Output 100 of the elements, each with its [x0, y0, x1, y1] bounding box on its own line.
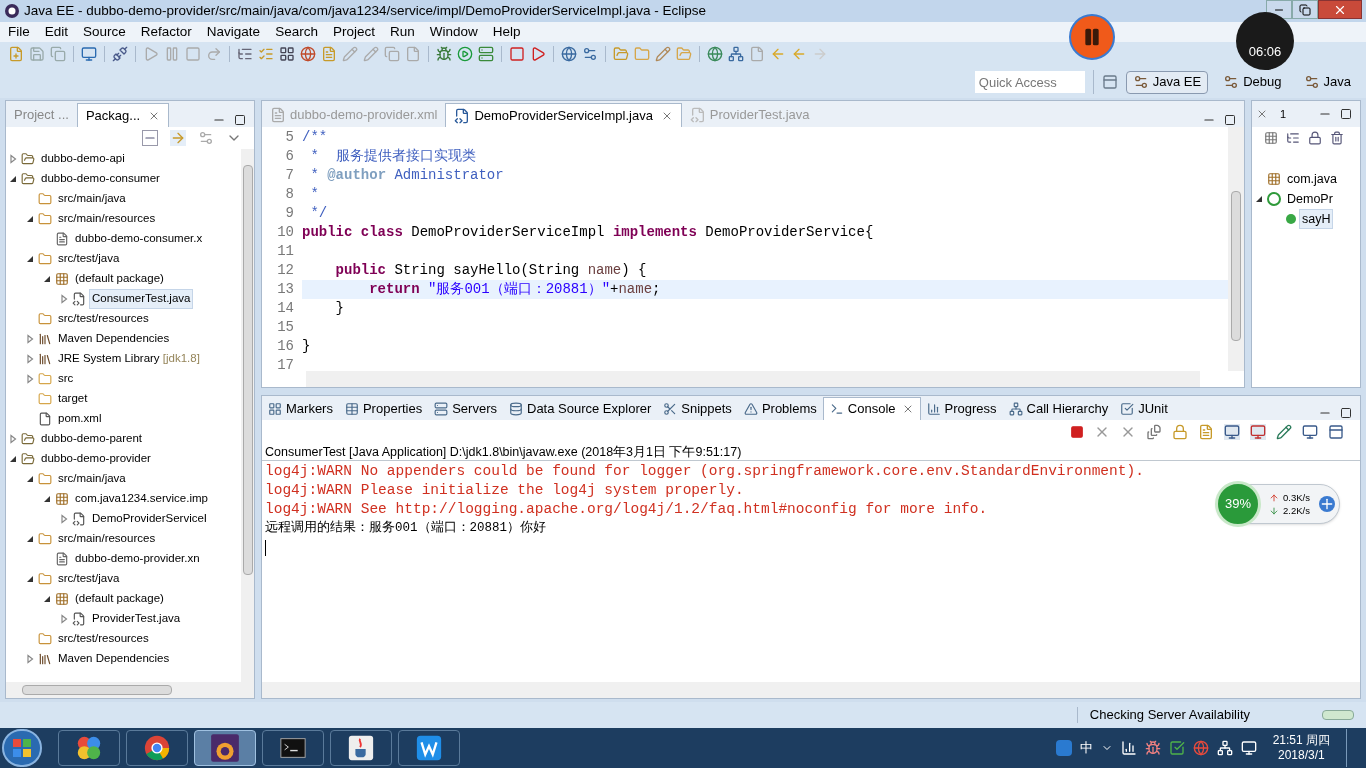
- vertical-scrollbar[interactable]: [241, 149, 254, 682]
- menu-item[interactable]: Project: [332, 21, 375, 43]
- taskbar-button[interactable]: [194, 730, 256, 766]
- taskbar-button[interactable]: [398, 730, 460, 766]
- tree-item[interactable]: src/main/java: [55, 189, 129, 209]
- tree-item[interactable]: com.java: [1284, 168, 1341, 190]
- tree-item[interactable]: src/test/java: [55, 249, 123, 269]
- tree-item[interactable]: src/main/java: [55, 469, 129, 489]
- open-console-icon[interactable]: [1328, 424, 1344, 440]
- hide-fields-icon[interactable]: [1286, 131, 1300, 145]
- globe-icon[interactable]: [300, 46, 316, 62]
- tree-item[interactable]: JRE System Library [jdk1.8]: [55, 349, 203, 369]
- expanded-arrow-icon[interactable]: [1254, 194, 1264, 204]
- perspective-button[interactable]: Debug: [1216, 70, 1289, 94]
- terminate-icon[interactable]: [1070, 425, 1084, 439]
- tree-item[interactable]: Maven Dependencies: [55, 329, 173, 349]
- task-icon[interactable]: [258, 46, 274, 62]
- view-tab[interactable]: Servers: [428, 397, 503, 420]
- deploy-icon[interactable]: [530, 46, 546, 62]
- view-tab[interactable]: Problems: [737, 397, 823, 420]
- taskbar-button[interactable]: [58, 730, 120, 766]
- filter-icon[interactable]: [198, 130, 214, 146]
- perspective-button[interactable]: Java: [1296, 70, 1358, 94]
- tree-item[interactable]: (default package): [72, 269, 167, 289]
- quick-access-field[interactable]: Quick Access: [974, 71, 1085, 93]
- new-file-icon[interactable]: [8, 46, 24, 62]
- shield-icon[interactable]: [1168, 740, 1185, 756]
- tree-item[interactable]: dubbo-demo-consumer: [38, 169, 163, 189]
- stop-server-icon[interactable]: [509, 46, 525, 62]
- show-on-error-icon[interactable]: [1250, 424, 1266, 440]
- restore-button[interactable]: [1292, 0, 1318, 19]
- collapsed-arrow-icon[interactable]: [25, 654, 35, 664]
- scroll-lock-icon[interactable]: [1172, 424, 1188, 440]
- web-icon[interactable]: [561, 46, 577, 62]
- expanded-arrow-icon[interactable]: [25, 214, 35, 224]
- vertical-scrollbar[interactable]: [1228, 127, 1244, 371]
- open-perspective-icon[interactable]: [1101, 74, 1118, 90]
- view-tab[interactable]: Properties: [338, 397, 429, 420]
- horizontal-scrollbar[interactable]: [262, 682, 1360, 698]
- menu-item[interactable]: Navigate: [206, 21, 261, 43]
- expanded-arrow-icon[interactable]: [25, 574, 35, 584]
- collapsed-arrow-icon[interactable]: [25, 354, 35, 364]
- list-icon[interactable]: [237, 46, 253, 62]
- tree-item[interactable]: ConsumerTest.java: [89, 289, 194, 309]
- tree-item[interactable]: target: [55, 389, 91, 409]
- collapsed-arrow-icon[interactable]: [59, 294, 69, 304]
- tree-item[interactable]: com.java1234.service.imp: [72, 489, 211, 509]
- tree-item[interactable]: dubbo-demo-api: [38, 149, 128, 169]
- document-icon[interactable]: [321, 46, 337, 62]
- taskbar-button[interactable]: [126, 730, 188, 766]
- tree-item[interactable]: dubbo-demo-parent: [38, 429, 145, 449]
- menu-item[interactable]: Search: [275, 21, 318, 43]
- expanded-arrow-icon[interactable]: [8, 174, 18, 184]
- collapsed-arrow-icon[interactable]: [25, 374, 35, 384]
- taskbar-button[interactable]: [262, 730, 324, 766]
- expanded-arrow-icon[interactable]: [25, 474, 35, 484]
- expanded-arrow-icon[interactable]: [42, 594, 52, 604]
- view-tab[interactable]: Console: [822, 397, 921, 420]
- editor-tab[interactable]: DemoProviderServiceImpl.java: [445, 103, 682, 127]
- network-icon[interactable]: [728, 46, 744, 62]
- grid-icon[interactable]: [279, 46, 295, 62]
- expanded-arrow-icon[interactable]: [42, 274, 52, 284]
- view-tab[interactable]: JUnit: [1114, 397, 1174, 420]
- collapsed-arrow-icon[interactable]: [59, 514, 69, 524]
- horizontal-scrollbar[interactable]: [306, 371, 1200, 387]
- start-button[interactable]: [2, 729, 42, 767]
- globe-icon[interactable]: [1192, 740, 1209, 756]
- pen-icon[interactable]: [655, 46, 671, 62]
- close-icon[interactable]: [1256, 108, 1268, 120]
- plus-icon[interactable]: [1319, 496, 1335, 512]
- menu-item[interactable]: Window: [429, 21, 478, 43]
- close-button[interactable]: [1318, 0, 1362, 19]
- plug-icon[interactable]: [112, 46, 128, 62]
- link-editor-icon[interactable]: [170, 130, 186, 146]
- view-tab[interactable]: Progress: [920, 397, 1003, 420]
- view-tab[interactable]: Call Hierarchy: [1002, 397, 1115, 420]
- tree-item[interactable]: src: [55, 369, 77, 389]
- tree-item[interactable]: Maven Dependencies: [55, 649, 173, 669]
- monitor-icon[interactable]: [81, 46, 97, 62]
- maximize-icon[interactable]: [234, 114, 246, 126]
- signal-icon[interactable]: [1120, 740, 1137, 756]
- collapsed-arrow-icon[interactable]: [25, 334, 35, 344]
- menu-item[interactable]: File: [8, 21, 30, 43]
- expanded-arrow-icon[interactable]: [25, 534, 35, 544]
- menu-item[interactable]: Edit: [44, 21, 69, 43]
- tree-item[interactable]: dubbo-demo-consumer.x: [72, 229, 206, 249]
- tree-item[interactable]: src/main/resources: [55, 209, 159, 229]
- tree-item[interactable]: src/test/java: [55, 569, 123, 589]
- tree-item[interactable]: src/main/resources: [55, 529, 159, 549]
- expanded-arrow-icon[interactable]: [8, 454, 18, 464]
- view-tab[interactable]: Packag...: [76, 103, 170, 127]
- tree-item[interactable]: pom.xml: [55, 409, 105, 429]
- view-tab[interactable]: Markers: [262, 397, 339, 420]
- tree-item[interactable]: sayH: [1299, 208, 1334, 230]
- word-wrap-icon[interactable]: [1198, 424, 1214, 440]
- maximize-icon[interactable]: [1224, 114, 1236, 126]
- run-icon[interactable]: [457, 46, 473, 62]
- menu-item[interactable]: Source: [83, 21, 126, 43]
- collapsed-arrow-icon[interactable]: [8, 434, 18, 444]
- tree-item[interactable]: dubbo-demo-provider.xn: [72, 549, 203, 569]
